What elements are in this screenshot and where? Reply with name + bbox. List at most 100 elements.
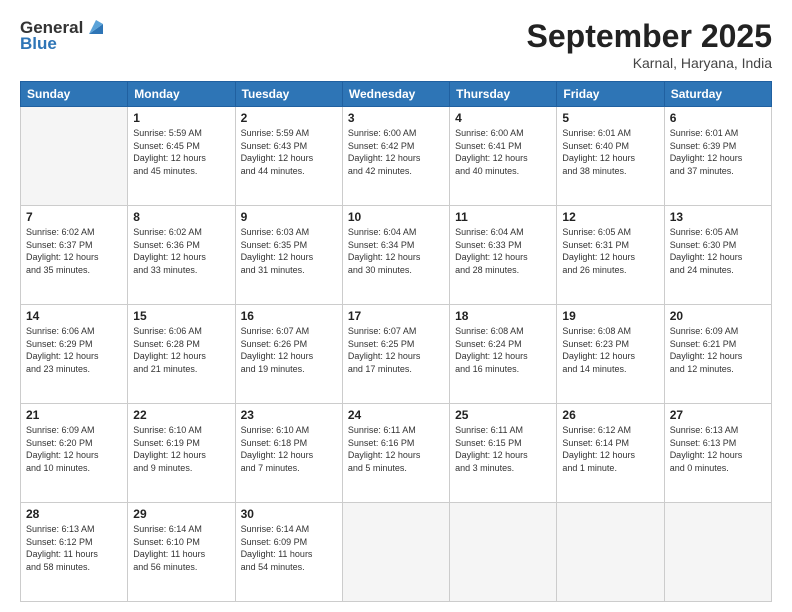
calendar-cell: 14 Sunrise: 6:06 AM Sunset: 6:29 PM Dayli… — [21, 305, 128, 404]
logo: General Blue — [20, 18, 107, 54]
day-info: Sunrise: 6:03 AM Sunset: 6:35 PM Dayligh… — [241, 226, 337, 276]
day-number: 1 — [133, 111, 229, 125]
calendar-cell: 24 Sunrise: 6:11 AM Sunset: 6:16 PM Dayli… — [342, 404, 449, 503]
day-number: 14 — [26, 309, 122, 323]
day-number: 3 — [348, 111, 444, 125]
calendar-cell: 27 Sunrise: 6:13 AM Sunset: 6:13 PM Dayli… — [664, 404, 771, 503]
calendar-cell — [21, 107, 128, 206]
day-number: 9 — [241, 210, 337, 224]
header: General Blue September 2025 Karnal, Hary… — [20, 18, 772, 71]
calendar-cell: 25 Sunrise: 6:11 AM Sunset: 6:15 PM Dayli… — [450, 404, 557, 503]
calendar-cell: 1 Sunrise: 5:59 AM Sunset: 6:45 PM Daylig… — [128, 107, 235, 206]
calendar-cell: 20Sunrise: 6:09 AM Sunset: 6:21 PM Dayli… — [664, 305, 771, 404]
day-number: 28 — [26, 507, 122, 521]
calendar-cell: 17 Sunrise: 6:07 AM Sunset: 6:25 PM Dayli… — [342, 305, 449, 404]
day-number: 15 — [133, 309, 229, 323]
day-number: 13 — [670, 210, 766, 224]
calendar-cell — [664, 503, 771, 602]
calendar-day-header: Wednesday — [342, 82, 449, 107]
calendar-table: SundayMondayTuesdayWednesdayThursdayFrid… — [20, 81, 772, 602]
day-info: Sunrise: 6:14 AM Sunset: 6:09 PM Dayligh… — [241, 523, 337, 573]
calendar-cell: 28 Sunrise: 6:13 AM Sunset: 6:12 PM Dayli… — [21, 503, 128, 602]
day-info: Sunrise: 6:04 AM Sunset: 6:34 PM Dayligh… — [348, 226, 444, 276]
page: General Blue September 2025 Karnal, Hary… — [0, 0, 792, 612]
day-number: 19 — [562, 309, 658, 323]
day-number: 5 — [562, 111, 658, 125]
calendar-cell: 29Sunrise: 6:14 AM Sunset: 6:10 PM Dayli… — [128, 503, 235, 602]
day-number: 8 — [133, 210, 229, 224]
day-info: Sunrise: 6:08 AM Sunset: 6:24 PM Dayligh… — [455, 325, 551, 375]
day-info: Sunrise: 6:11 AM Sunset: 6:16 PM Dayligh… — [348, 424, 444, 474]
day-info: Sunrise: 6:09 AM Sunset: 6:20 PM Dayligh… — [26, 424, 122, 474]
calendar-week-row: 1 Sunrise: 5:59 AM Sunset: 6:45 PM Daylig… — [21, 107, 772, 206]
page-title: September 2025 — [527, 18, 772, 55]
day-number: 16 — [241, 309, 337, 323]
calendar-cell: 12 Sunrise: 6:05 AM Sunset: 6:31 PM Dayli… — [557, 206, 664, 305]
day-info: Sunrise: 6:05 AM Sunset: 6:31 PM Dayligh… — [562, 226, 658, 276]
calendar-cell — [557, 503, 664, 602]
calendar-cell: 8 Sunrise: 6:02 AM Sunset: 6:36 PM Daylig… — [128, 206, 235, 305]
calendar-week-row: 14 Sunrise: 6:06 AM Sunset: 6:29 PM Dayli… — [21, 305, 772, 404]
calendar-cell: 23 Sunrise: 6:10 AM Sunset: 6:18 PM Dayli… — [235, 404, 342, 503]
day-info: Sunrise: 5:59 AM Sunset: 6:45 PM Dayligh… — [133, 127, 229, 177]
day-info: Sunrise: 6:12 AM Sunset: 6:14 PM Dayligh… — [562, 424, 658, 474]
day-info: Sunrise: 6:02 AM Sunset: 6:36 PM Dayligh… — [133, 226, 229, 276]
logo-icon — [85, 16, 107, 38]
calendar-cell: 10 Sunrise: 6:04 AM Sunset: 6:34 PM Dayli… — [342, 206, 449, 305]
calendar-cell: 22Sunrise: 6:10 AM Sunset: 6:19 PM Dayli… — [128, 404, 235, 503]
calendar-day-header: Thursday — [450, 82, 557, 107]
day-number: 26 — [562, 408, 658, 422]
page-subtitle: Karnal, Haryana, India — [527, 55, 772, 71]
calendar-header-row: SundayMondayTuesdayWednesdayThursdayFrid… — [21, 82, 772, 107]
calendar-cell: 11Sunrise: 6:04 AM Sunset: 6:33 PM Dayli… — [450, 206, 557, 305]
calendar-cell: 26 Sunrise: 6:12 AM Sunset: 6:14 PM Dayli… — [557, 404, 664, 503]
calendar-cell: 21 Sunrise: 6:09 AM Sunset: 6:20 PM Dayli… — [21, 404, 128, 503]
calendar-cell: 6 Sunrise: 6:01 AM Sunset: 6:39 PM Daylig… — [664, 107, 771, 206]
calendar-cell: 18Sunrise: 6:08 AM Sunset: 6:24 PM Dayli… — [450, 305, 557, 404]
title-block: September 2025 Karnal, Haryana, India — [527, 18, 772, 71]
day-number: 29 — [133, 507, 229, 521]
day-info: Sunrise: 6:07 AM Sunset: 6:25 PM Dayligh… — [348, 325, 444, 375]
calendar-day-header: Monday — [128, 82, 235, 107]
day-number: 10 — [348, 210, 444, 224]
day-info: Sunrise: 6:09 AM Sunset: 6:21 PM Dayligh… — [670, 325, 766, 375]
calendar-cell: 13 Sunrise: 6:05 AM Sunset: 6:30 PM Dayli… — [664, 206, 771, 305]
day-info: Sunrise: 6:01 AM Sunset: 6:39 PM Dayligh… — [670, 127, 766, 177]
day-number: 4 — [455, 111, 551, 125]
calendar-day-header: Sunday — [21, 82, 128, 107]
calendar-day-header: Saturday — [664, 82, 771, 107]
day-number: 21 — [26, 408, 122, 422]
calendar-week-row: 21 Sunrise: 6:09 AM Sunset: 6:20 PM Dayli… — [21, 404, 772, 503]
logo-blue-text: Blue — [20, 34, 57, 54]
calendar-week-row: 7 Sunrise: 6:02 AM Sunset: 6:37 PM Daylig… — [21, 206, 772, 305]
day-info: Sunrise: 6:05 AM Sunset: 6:30 PM Dayligh… — [670, 226, 766, 276]
day-number: 25 — [455, 408, 551, 422]
day-number: 7 — [26, 210, 122, 224]
day-info: Sunrise: 6:10 AM Sunset: 6:18 PM Dayligh… — [241, 424, 337, 474]
calendar-cell: 2Sunrise: 5:59 AM Sunset: 6:43 PM Daylig… — [235, 107, 342, 206]
day-number: 24 — [348, 408, 444, 422]
day-info: Sunrise: 6:04 AM Sunset: 6:33 PM Dayligh… — [455, 226, 551, 276]
day-info: Sunrise: 6:02 AM Sunset: 6:37 PM Dayligh… — [26, 226, 122, 276]
day-number: 2 — [241, 111, 337, 125]
day-info: Sunrise: 6:13 AM Sunset: 6:12 PM Dayligh… — [26, 523, 122, 573]
day-info: Sunrise: 6:00 AM Sunset: 6:41 PM Dayligh… — [455, 127, 551, 177]
day-number: 30 — [241, 507, 337, 521]
day-number: 27 — [670, 408, 766, 422]
calendar-week-row: 28 Sunrise: 6:13 AM Sunset: 6:12 PM Dayli… — [21, 503, 772, 602]
calendar-cell: 15Sunrise: 6:06 AM Sunset: 6:28 PM Dayli… — [128, 305, 235, 404]
calendar-cell: 4 Sunrise: 6:00 AM Sunset: 6:41 PM Daylig… — [450, 107, 557, 206]
day-number: 12 — [562, 210, 658, 224]
day-info: Sunrise: 6:08 AM Sunset: 6:23 PM Dayligh… — [562, 325, 658, 375]
calendar-cell: 5Sunrise: 6:01 AM Sunset: 6:40 PM Daylig… — [557, 107, 664, 206]
calendar-cell: 3Sunrise: 6:00 AM Sunset: 6:42 PM Daylig… — [342, 107, 449, 206]
day-number: 23 — [241, 408, 337, 422]
day-info: Sunrise: 6:13 AM Sunset: 6:13 PM Dayligh… — [670, 424, 766, 474]
calendar-cell: 19 Sunrise: 6:08 AM Sunset: 6:23 PM Dayli… — [557, 305, 664, 404]
day-info: Sunrise: 6:07 AM Sunset: 6:26 PM Dayligh… — [241, 325, 337, 375]
day-info: Sunrise: 6:06 AM Sunset: 6:29 PM Dayligh… — [26, 325, 122, 375]
day-number: 6 — [670, 111, 766, 125]
calendar-day-header: Friday — [557, 82, 664, 107]
day-info: Sunrise: 6:11 AM Sunset: 6:15 PM Dayligh… — [455, 424, 551, 474]
day-number: 17 — [348, 309, 444, 323]
